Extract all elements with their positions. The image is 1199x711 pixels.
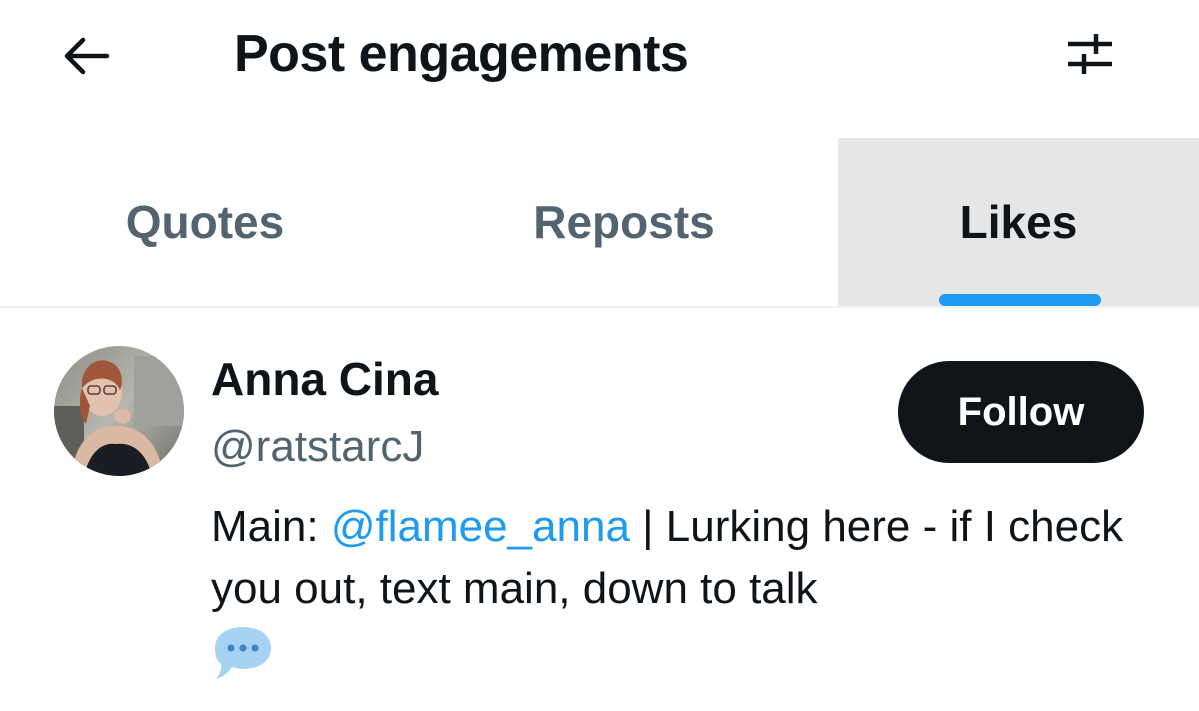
bio-mention-link[interactable]: @flamee_anna (331, 502, 630, 551)
speech-balloon-emoji-icon (211, 623, 275, 681)
tab-active-indicator (939, 294, 1101, 306)
tab-likes[interactable]: Likes (838, 138, 1199, 306)
engagement-tabs: Quotes Reposts Likes (0, 138, 1199, 308)
page-title: Post engagements (234, 25, 689, 83)
avatar[interactable] (54, 346, 184, 476)
back-button[interactable] (56, 28, 116, 84)
user-bio: Main: @flamee_anna | Lurking here - if I… (211, 496, 1171, 620)
user-handle: @ratstarcJ (211, 422, 425, 471)
arrow-left-icon (64, 37, 110, 75)
user-cell[interactable]: Anna Cina @ratstarcJ Follow Main: @flame… (0, 308, 1199, 711)
tab-reposts[interactable]: Reposts (410, 138, 838, 306)
bio-prefix: Main: (211, 502, 331, 551)
tab-quotes[interactable]: Quotes (0, 138, 410, 306)
follow-button[interactable]: Follow (898, 361, 1144, 463)
sliders-icon (1068, 34, 1112, 74)
filter-button[interactable] (1058, 26, 1122, 82)
top-app-bar: Post engagements (0, 0, 1199, 110)
user-display-name[interactable]: Anna Cina (211, 352, 438, 406)
